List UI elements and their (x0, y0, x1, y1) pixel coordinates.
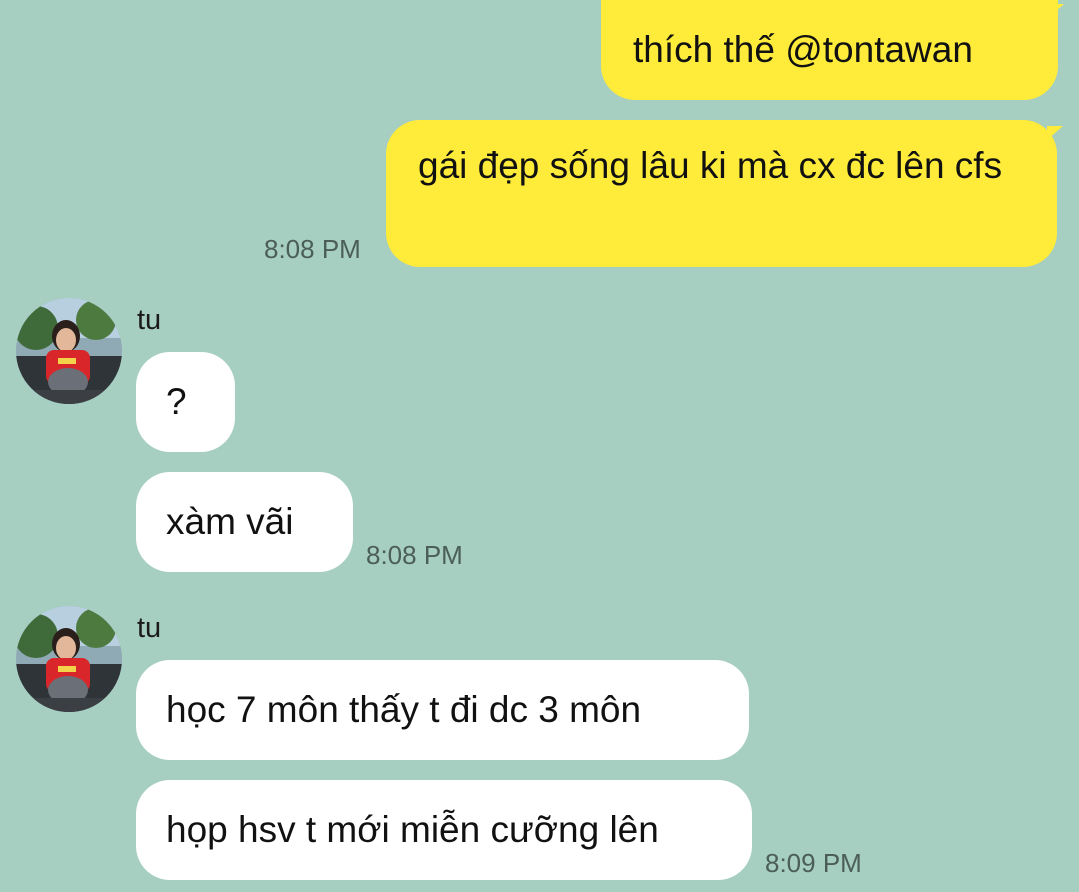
contact-avatar[interactable] (16, 298, 122, 404)
incoming-message-bubble[interactable]: ? (136, 352, 235, 452)
incoming-message-bubble[interactable]: họp hsv t mới miễn cưỡng lên (136, 780, 752, 880)
message-text: ? (166, 381, 187, 422)
incoming-message-bubble[interactable]: học 7 môn thấy t đi dc 3 môn (136, 660, 749, 760)
message-text: học 7 môn thấy t đi dc 3 môn (166, 689, 642, 730)
message-timestamp: 8:08 PM (264, 234, 361, 264)
avatar-photo-icon (16, 298, 122, 404)
message-text: thích thế @tontawan (633, 29, 973, 70)
sender-name: tu (137, 612, 162, 644)
avatar-photo-icon (16, 606, 122, 712)
bubble-tail (1047, 126, 1063, 140)
chat-thread[interactable]: thích thế @tontawan gái đẹp sống lâu ki … (0, 0, 1079, 892)
outgoing-message-bubble[interactable]: thích thế @tontawan (601, 0, 1058, 100)
sender-name: tu (137, 304, 162, 336)
contact-avatar[interactable] (16, 606, 122, 712)
message-timestamp: 8:09 PM (765, 848, 862, 878)
message-text: xàm vãi (166, 501, 294, 542)
outgoing-message-bubble[interactable]: gái đẹp sống lâu ki mà cx đc lên cfs (386, 120, 1057, 267)
message-text: họp hsv t mới miễn cưỡng lên (166, 809, 659, 850)
message-timestamp: 8:08 PM (366, 540, 463, 570)
bubble-tail (1048, 4, 1064, 18)
message-text: gái đẹp sống lâu ki mà cx đc lên cfs (418, 145, 1003, 186)
incoming-message-bubble[interactable]: xàm vãi (136, 472, 353, 572)
